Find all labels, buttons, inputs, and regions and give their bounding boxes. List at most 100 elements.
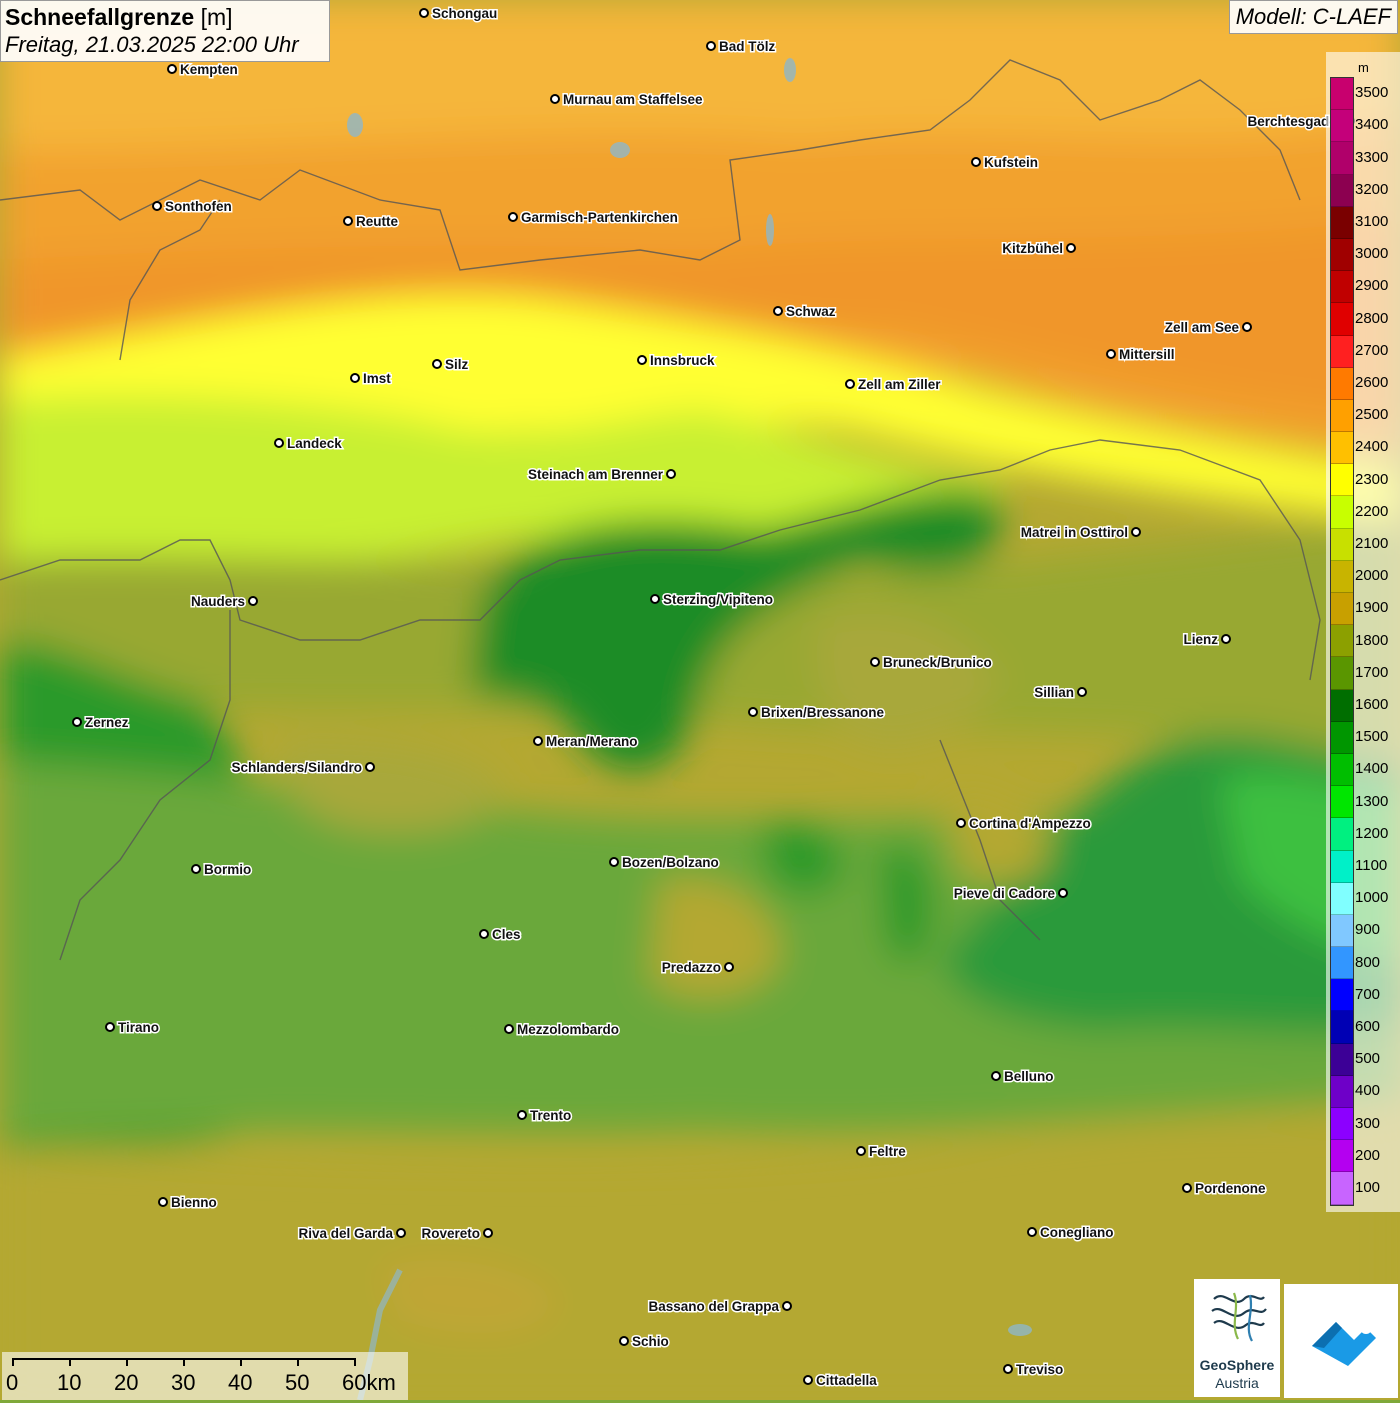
city-dot: [1058, 888, 1068, 898]
city-label: Mezzolombardo: [517, 1022, 619, 1037]
city-dot: [706, 41, 716, 51]
model-label: Modell: C-LAEF: [1228, 0, 1398, 34]
city-marker: Brixen/Bressanone: [748, 704, 886, 722]
city-marker: Riva del Garda: [297, 1225, 406, 1243]
scale-label: 60km: [342, 1370, 396, 1395]
city-dot: [152, 201, 162, 211]
legend-label: 100: [1355, 1178, 1381, 1196]
city-dot: [1106, 349, 1116, 359]
legend-swatch: [1331, 1011, 1353, 1044]
partner-logo[interactable]: [1284, 1284, 1398, 1398]
city-label: Sillian: [1034, 685, 1074, 700]
scale-label: 50: [285, 1370, 310, 1395]
city-dot: [479, 929, 489, 939]
city-dot: [550, 94, 560, 104]
legend-swatch: [1331, 914, 1353, 948]
snowfall-limit-map[interactable]: Schongau Kempten Bad Tölz Murnau am Staffel…: [0, 0, 1400, 1400]
legend-label: 1200: [1355, 824, 1389, 842]
city-dot: [956, 818, 966, 828]
city-dot: [483, 1228, 493, 1238]
city-dot: [650, 594, 660, 604]
city-label: Nauders: [191, 594, 245, 609]
city-label: Reutte: [356, 214, 398, 229]
geosphere-logo[interactable]: GeoSphere Austria: [1194, 1279, 1280, 1397]
city-label: Cittadella: [816, 1373, 877, 1388]
city-dot: [991, 1071, 1001, 1081]
city-marker: Innsbruck: [637, 352, 717, 370]
title-variable: Schneefallgrenze: [5, 4, 195, 30]
legend-label: 3100: [1355, 212, 1389, 230]
scale-label: 10: [57, 1370, 82, 1395]
legend-swatch: [1331, 174, 1353, 207]
legend-swatch: [1331, 496, 1353, 529]
legend-swatch: [1331, 142, 1353, 175]
legend-label: 2900: [1355, 277, 1389, 295]
city-label: Innsbruck: [650, 353, 715, 368]
legend-label: 200: [1355, 1146, 1381, 1164]
legend-label: 800: [1355, 953, 1381, 971]
city-label: Pieve di Cadore: [954, 886, 1056, 901]
city-dot: [1003, 1364, 1013, 1374]
city-label: Zernez: [85, 715, 129, 730]
legend-swatch: [1331, 110, 1353, 143]
city-dot: [419, 8, 429, 18]
legend-swatch: [1331, 206, 1353, 239]
city-label: Steinach am Brenner: [528, 467, 664, 482]
city-dot: [845, 379, 855, 389]
legend-label: 3400: [1355, 116, 1389, 134]
legend-swatch: [1331, 657, 1353, 690]
legend-label: 3000: [1355, 245, 1389, 263]
city-label: Pordenone: [1195, 1181, 1266, 1196]
scale-tick: [12, 1358, 14, 1366]
city-label: Zell am Ziller: [858, 377, 941, 392]
legend-swatch: [1331, 335, 1353, 368]
city-dot: [1242, 322, 1252, 332]
city-label: Matrei in Osttirol: [1021, 525, 1128, 540]
scale-tick: [126, 1358, 128, 1366]
city-dot: [350, 373, 360, 383]
city-dot: [1182, 1183, 1192, 1193]
city-dot: [1131, 527, 1141, 537]
legend-swatch: [1331, 367, 1353, 400]
city-marker: Zell am See: [1163, 319, 1252, 337]
city-label: Bassano del Grappa: [648, 1299, 779, 1314]
title-box: Schneefallgrenze [m] Freitag, 21.03.2025…: [0, 0, 330, 62]
city-dot: [1077, 687, 1087, 697]
city-label: Trento: [530, 1108, 571, 1123]
legend-label: 3300: [1355, 148, 1389, 166]
scale-label: 30: [171, 1370, 196, 1395]
legend-swatch: [1331, 271, 1353, 304]
city-dot: [517, 1110, 527, 1120]
city-marker: Cortina d'Ampezzo: [956, 815, 1092, 833]
geosphere-emblem-icon: [1211, 1292, 1267, 1342]
city-dot: [504, 1024, 514, 1034]
legend-label: 300: [1355, 1114, 1381, 1132]
city-dot: [1027, 1227, 1037, 1237]
city-marker: Meran/Merano: [533, 733, 639, 751]
city-marker: Bozen/Bolzano: [609, 854, 720, 872]
city-label: Tirano: [118, 1020, 159, 1035]
city-marker: Matrei in Osttirol: [1019, 524, 1141, 542]
legend-label: 1300: [1355, 792, 1389, 810]
city-label: Bormio: [204, 862, 251, 877]
geosphere-brand-line1: GeoSphere: [1199, 1357, 1275, 1373]
city-dot: [609, 857, 619, 867]
legend-label: 1800: [1355, 631, 1389, 649]
city-dot: [508, 212, 518, 222]
city-marker: Pieve di Cadore: [952, 885, 1068, 903]
legend-label: 1600: [1355, 695, 1389, 713]
city-label: Brixen/Bressanone: [761, 705, 885, 720]
city-label: Schio: [632, 1334, 669, 1349]
legend-label: 1900: [1355, 599, 1389, 617]
city-marker: Murnau am Staffelsee: [550, 91, 705, 109]
legend-label: 1100: [1355, 856, 1388, 874]
city-dot: [971, 157, 981, 167]
city-dot: [666, 469, 676, 479]
city-marker: Bassano del Grappa: [647, 1298, 792, 1316]
city-label: Sterzing/Vipiteno: [663, 592, 773, 607]
city-label: Conegliano: [1040, 1225, 1114, 1240]
scale-tick: [240, 1358, 242, 1366]
city-label: Silz: [445, 357, 469, 372]
legend-label: 700: [1355, 985, 1381, 1003]
map-title: Schneefallgrenze [m]: [5, 3, 325, 31]
